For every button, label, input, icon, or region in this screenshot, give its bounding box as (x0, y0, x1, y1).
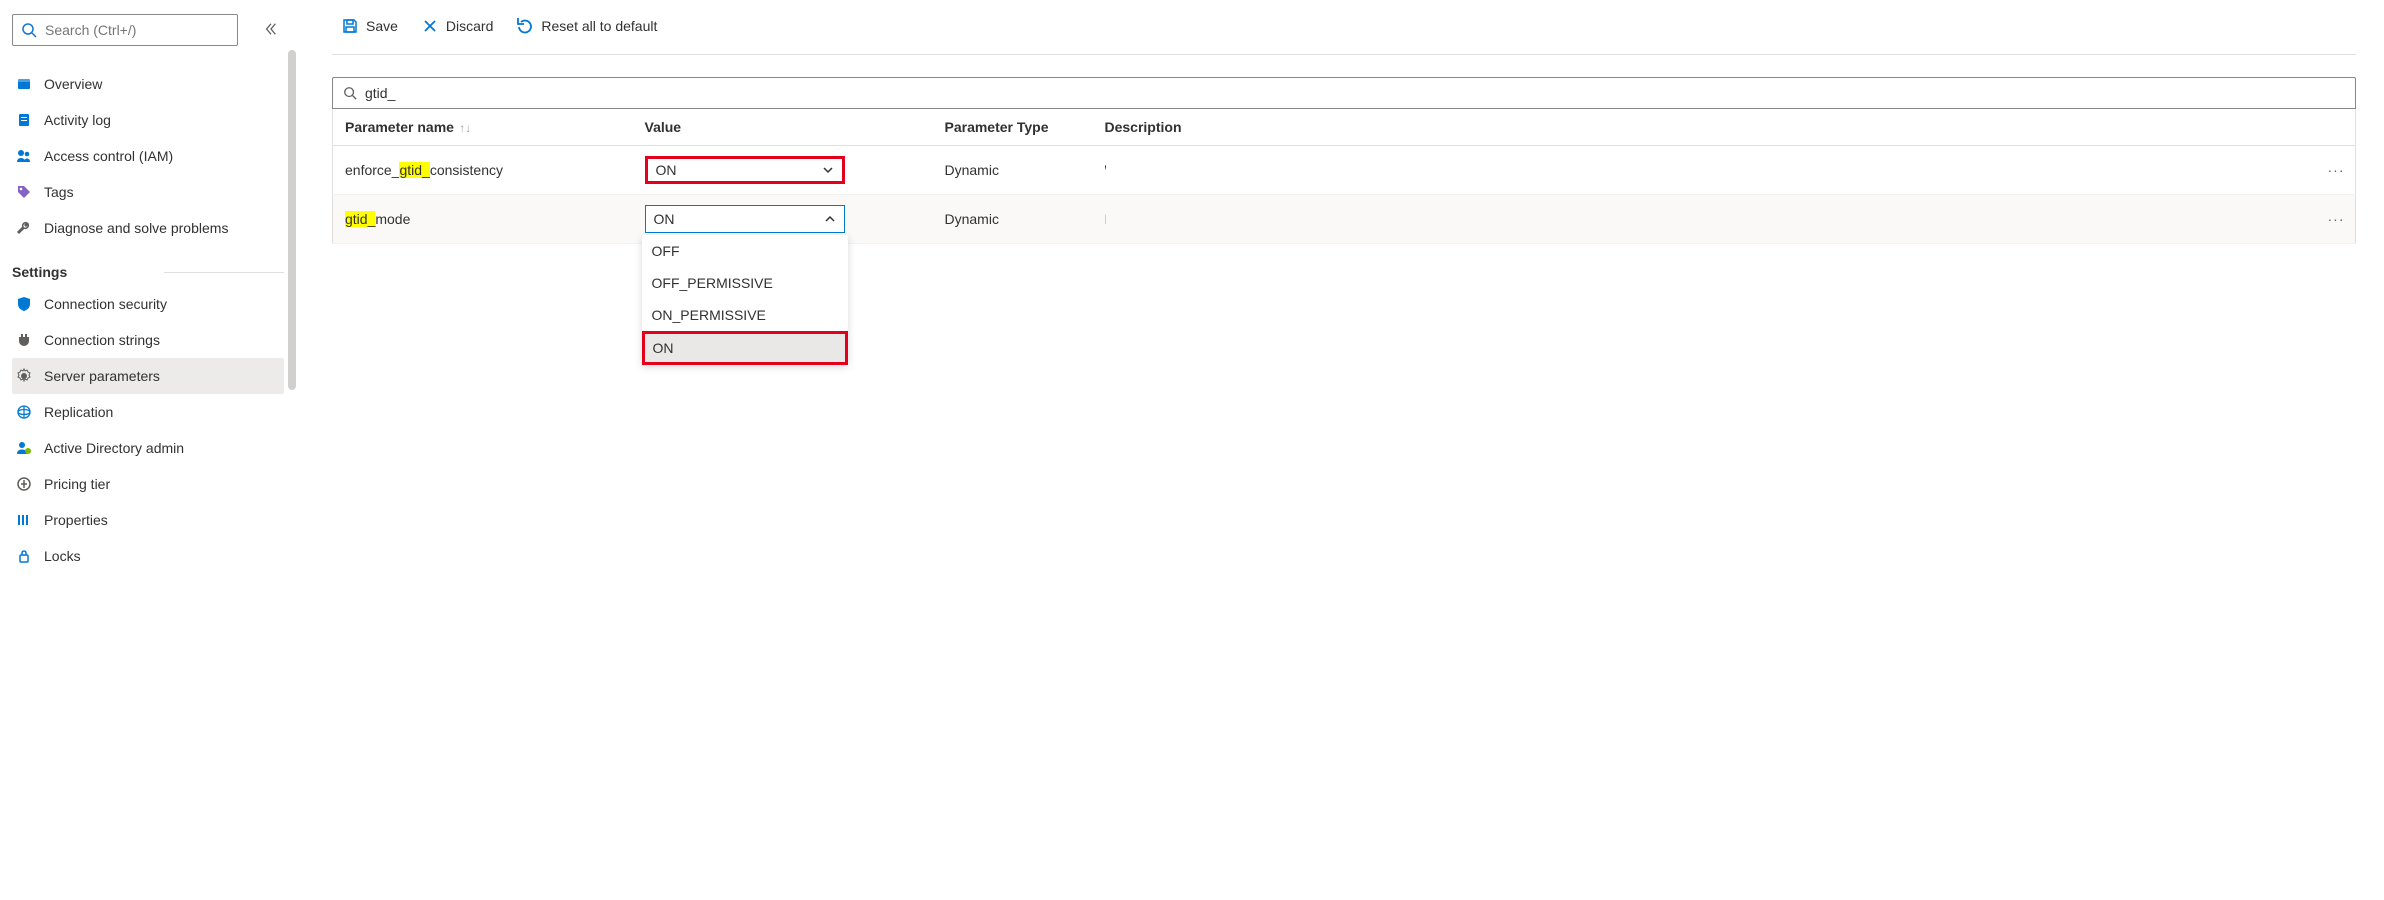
sidebar-item-label: Server parameters (44, 368, 160, 384)
reset-button[interactable]: Reset all to default (507, 12, 667, 40)
value-dropdown-gtid-mode[interactable]: ON (645, 205, 845, 233)
save-label: Save (366, 18, 398, 34)
sidebar-item-label: Connection security (44, 296, 167, 312)
sidebar-search-row (12, 14, 284, 46)
discard-button[interactable]: Discard (412, 12, 503, 40)
sidebar-item-diagnose[interactable]: Diagnose and solve problems (12, 210, 284, 246)
sidebar-item-label: Tags (44, 184, 74, 200)
sidebar-item-activity-log[interactable]: Activity log (12, 102, 284, 138)
chevron-up-icon (824, 213, 836, 225)
main-content: Save Discard Reset all to default Parame… (296, 0, 2384, 900)
sidebar-item-label: Activity log (44, 112, 111, 128)
sidebar-item-label: Pricing tier (44, 476, 110, 492)
sidebar: Overview Activity log Access control (IA… (0, 0, 296, 900)
chevron-down-icon (822, 164, 834, 176)
sidebar-item-replication[interactable]: Replication (12, 394, 284, 430)
row-actions-button[interactable]: ··· (2316, 195, 2356, 244)
sort-icon: ↑↓ (456, 121, 471, 135)
param-desc-cell: Indicates if global transaction identifi… (1093, 195, 2316, 244)
sidebar-section-settings: Settings (12, 264, 284, 280)
sidebar-item-connection-strings[interactable]: Connection strings (12, 322, 284, 358)
sidebar-item-label: Properties (44, 512, 108, 528)
value-dropdown-selected: ON (656, 162, 677, 178)
reset-label: Reset all to default (541, 18, 657, 34)
pricing-icon (16, 476, 44, 492)
search-icon (21, 22, 37, 38)
search-icon (343, 86, 357, 100)
table-row: enforce_gtid_consistency ON Dynamic When… (333, 146, 2356, 195)
save-icon (342, 18, 358, 34)
people-icon (16, 148, 44, 164)
dropdown-option-on-permissive[interactable]: ON_PERMISSIVE (642, 299, 848, 331)
sidebar-item-label: Access control (IAM) (44, 148, 173, 164)
database-icon (16, 76, 44, 92)
sidebar-item-label: Overview (44, 76, 102, 92)
shield-icon (16, 296, 44, 312)
sidebar-item-label: Active Directory admin (44, 440, 184, 456)
col-header-name-label: Parameter name (345, 119, 454, 135)
dropdown-option-on[interactable]: ON (642, 331, 848, 365)
param-name-cell: gtid_mode (333, 195, 633, 244)
wrench-icon (16, 220, 44, 236)
dropdown-options-list: OFF OFF_PERMISSIVE ON_PERMISSIVE ON (642, 235, 848, 365)
value-dropdown-enforce-gtid[interactable]: ON (645, 156, 845, 184)
col-header-desc[interactable]: Description (1093, 109, 2316, 146)
save-button[interactable]: Save (332, 12, 408, 40)
plug-icon (16, 332, 44, 348)
sidebar-search-box[interactable] (12, 14, 238, 46)
lock-icon (16, 548, 44, 564)
chevron-double-left-icon (264, 22, 278, 36)
param-name-cell: enforce_gtid_consistency (333, 146, 633, 195)
col-header-name[interactable]: Parameter name ↑↓ (333, 109, 633, 146)
globe-icon (16, 404, 44, 420)
log-icon (16, 112, 44, 128)
col-header-type[interactable]: Parameter Type (933, 109, 1093, 146)
toolbar: Save Discard Reset all to default (332, 12, 2356, 55)
dropdown-option-off-permissive[interactable]: OFF_PERMISSIVE (642, 267, 848, 299)
param-name-post: mode (375, 211, 410, 227)
sidebar-item-connection-security[interactable]: Connection security (12, 286, 284, 322)
param-type-cell: Dynamic (933, 195, 1093, 244)
param-name-pre: enforce_ (345, 162, 399, 178)
sidebar-item-label: Replication (44, 404, 113, 420)
sidebar-search-input[interactable] (45, 15, 229, 45)
sidebar-item-aad-admin[interactable]: Active Directory admin (12, 430, 284, 466)
sidebar-item-label: Connection strings (44, 332, 160, 348)
collapse-sidebar-button[interactable] (258, 16, 284, 45)
filter-input[interactable] (365, 78, 2345, 108)
properties-icon (16, 512, 44, 528)
sidebar-item-server-parameters[interactable]: Server parameters (12, 358, 284, 394)
sidebar-scrollbar[interactable] (288, 50, 296, 390)
table-header-row: Parameter name ↑↓ Value Parameter Type D… (333, 109, 2356, 146)
param-type-cell: Dynamic (933, 146, 1093, 195)
undo-icon (517, 18, 533, 34)
sidebar-item-locks[interactable]: Locks (12, 538, 284, 574)
gear-icon (16, 368, 44, 384)
row-actions-button[interactable]: ··· (2316, 146, 2356, 195)
discard-label: Discard (446, 18, 493, 34)
param-name-highlight: gtid_ (345, 211, 375, 227)
sidebar-item-properties[interactable]: Properties (12, 502, 284, 538)
param-name-post: consistency (430, 162, 503, 178)
sidebar-nav: Overview Activity log Access control (IA… (12, 66, 284, 574)
parameters-table: Parameter name ↑↓ Value Parameter Type D… (332, 109, 2356, 244)
sidebar-item-label: Locks (44, 548, 81, 564)
tag-icon (16, 184, 44, 200)
close-icon (422, 18, 438, 34)
content-area: Parameter name ↑↓ Value Parameter Type D… (332, 77, 2356, 244)
table-row: gtid_mode ON Dynamic Indicates if global… (333, 195, 2356, 244)
col-header-value[interactable]: Value (633, 109, 933, 146)
sidebar-item-access-control[interactable]: Access control (IAM) (12, 138, 284, 174)
value-dropdown-selected: ON (654, 211, 675, 227)
sidebar-item-tags[interactable]: Tags (12, 174, 284, 210)
dropdown-option-off[interactable]: OFF (642, 235, 848, 267)
sidebar-item-pricing-tier[interactable]: Pricing tier (12, 466, 284, 502)
admin-icon (16, 440, 44, 456)
param-name-highlight: gtid_ (399, 162, 429, 178)
filter-box[interactable] (332, 77, 2356, 109)
sidebar-item-label: Diagnose and solve problems (44, 220, 228, 236)
param-desc-cell: When enable, this option enforces GTID c… (1093, 146, 2316, 195)
sidebar-item-overview[interactable]: Overview (12, 66, 284, 102)
